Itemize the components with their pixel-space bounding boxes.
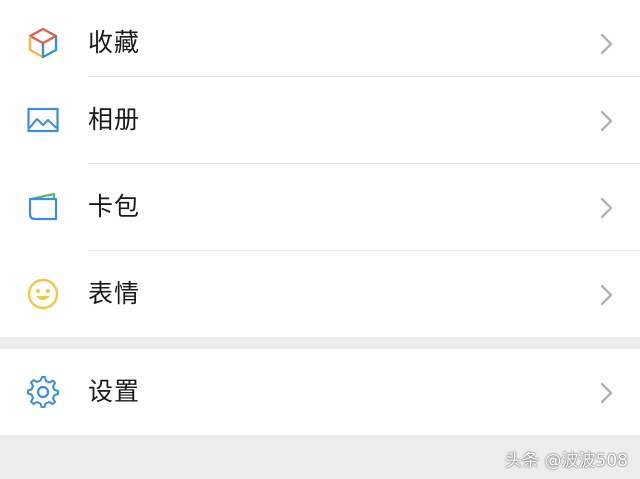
menu-group-settings: 设置 [0, 349, 640, 435]
album-image-icon [26, 103, 60, 137]
menu-item-label: 表情 [88, 279, 141, 308]
watermark-text: 头条 @波波508 [505, 451, 628, 471]
menu-item-label: 设置 [88, 377, 141, 406]
chevron-right-icon [598, 33, 614, 55]
chevron-right-icon [598, 382, 614, 404]
menu-item-label: 卡包 [88, 192, 141, 221]
chevron-right-icon [598, 197, 614, 219]
menu-item-label: 收藏 [88, 28, 141, 57]
favorites-cube-icon [26, 26, 60, 60]
menu-item-label: 相册 [88, 105, 141, 134]
gear-icon [26, 375, 60, 409]
menu-item-settings[interactable]: 设置 [0, 349, 640, 435]
menu-item-card-wallet[interactable]: 卡包 [0, 164, 640, 250]
smiley-face-icon [26, 277, 60, 311]
menu-item-album[interactable]: 相册 [0, 77, 640, 163]
chevron-right-icon [598, 110, 614, 132]
menu-item-favorites[interactable]: 收藏 [0, 0, 640, 86]
menu-group-main: 收藏 相册 卡包 表情 [0, 0, 640, 337]
menu-item-stickers[interactable]: 表情 [0, 251, 640, 337]
card-wallet-icon [26, 190, 60, 224]
chevron-right-icon [598, 284, 614, 306]
